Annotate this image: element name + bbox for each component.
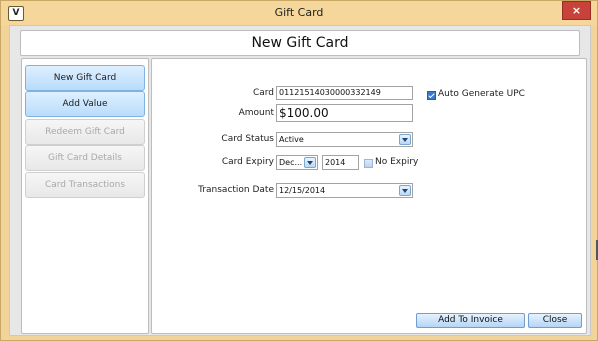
nav-add-value-button[interactable]: Add Value	[25, 91, 145, 117]
gift-card-window: V Gift Card × New Gift Card New Gift Car…	[0, 0, 598, 341]
nav-new-gift-card-button[interactable]: New Gift Card	[25, 65, 145, 91]
no-expiry-label: No Expiry	[375, 157, 419, 167]
close-button[interactable]: Close	[528, 313, 582, 328]
nav-panel: New Gift Card Add Value Redeem Gift Card…	[21, 58, 149, 334]
header-panel: New Gift Card	[20, 30, 580, 56]
nav-gift-card-details-button[interactable]: Gift Card Details	[25, 145, 145, 171]
card-expiry-label: Card Expiry	[221, 157, 274, 167]
expiry-month-select[interactable]: Dec...	[276, 155, 318, 170]
card-label: Card	[252, 88, 274, 98]
card-status-select[interactable]: Active	[276, 132, 413, 147]
nav-redeem-gift-card-button[interactable]: Redeem Gift Card	[25, 119, 145, 145]
chevron-down-icon[interactable]	[399, 134, 411, 145]
card-status-label: Card Status	[221, 134, 274, 144]
window-title: Gift Card	[274, 6, 324, 19]
no-expiry-checkbox[interactable]	[364, 159, 373, 168]
close-window-button[interactable]: ×	[562, 1, 591, 20]
auto-generate-upc-checkbox[interactable]	[427, 91, 436, 100]
transaction-date-picker[interactable]: 12/15/2014	[276, 183, 413, 198]
amount-field[interactable]: $100.00	[276, 104, 413, 122]
auto-generate-upc-label: Auto Generate UPC	[438, 89, 525, 99]
card-status-value: Active	[279, 135, 304, 144]
calendar-dropdown-icon[interactable]	[399, 185, 411, 196]
form-panel: Card 01121514030000332149 Auto Generate …	[151, 58, 587, 334]
chevron-down-icon[interactable]	[304, 157, 316, 168]
close-icon: ×	[571, 4, 582, 17]
page-title: New Gift Card	[251, 35, 349, 51]
amount-label: Amount	[238, 108, 274, 118]
expiry-year-field[interactable]: 2014	[322, 155, 359, 170]
transaction-date-label: Transaction Date	[198, 185, 274, 195]
transaction-date-value: 12/15/2014	[279, 186, 326, 195]
nav-card-transactions-button[interactable]: Card Transactions	[25, 172, 145, 198]
dialog-body: New Gift Card New Gift Card Add Value Re…	[9, 25, 591, 336]
title-bar[interactable]: V Gift Card ×	[1, 1, 597, 25]
expiry-month-value: Dec...	[279, 158, 303, 167]
add-to-invoice-button[interactable]: Add To Invoice	[416, 313, 525, 328]
card-number-field[interactable]: 01121514030000332149	[276, 86, 413, 100]
